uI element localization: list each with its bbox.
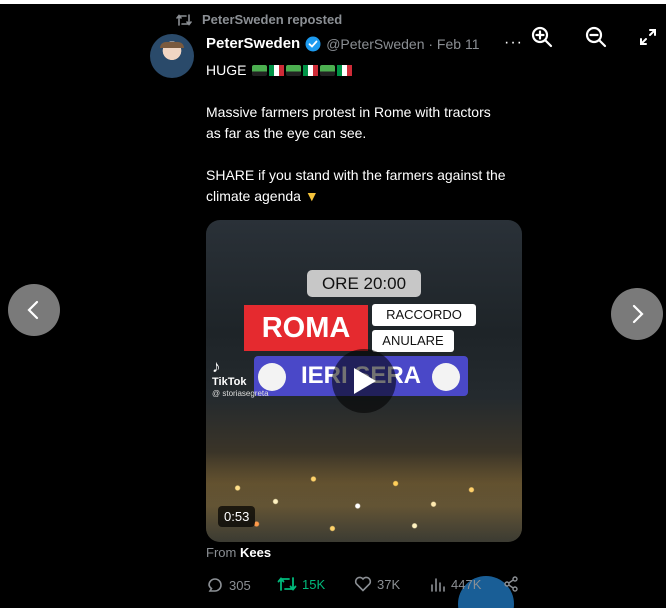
heart-icon [354,576,372,592]
reply-icon [208,578,222,592]
tractor-emoji [252,65,268,76]
reply-button[interactable]: 305 [206,576,251,594]
video-frame-lights [206,452,522,542]
tweet-line-1: HUGE [206,60,506,81]
pointing-down-emoji: ▼ [304,188,319,204]
attribution-prefix: From [206,545,237,560]
repost-count: 15K [302,576,326,592]
display-name[interactable]: PeterSweden [206,35,300,52]
next-button[interactable] [611,288,663,340]
share-icon [504,576,518,592]
video-city-label: ROMA [244,305,368,351]
video-attribution: From Kees [206,545,271,560]
repost-button[interactable]: 15K [277,576,325,592]
zoom-in-icon [531,26,553,48]
zoom-out-icon [585,26,607,48]
views-icon [431,578,445,592]
previous-button[interactable] [8,284,60,336]
reply-count: 305 [229,577,251,593]
video-tag-anulare: ANULARE [372,330,454,352]
tiktok-brand: TikTok [212,376,247,388]
verified-badge-icon [305,36,321,51]
video-player[interactable]: ORE 20:00 ROMA RACCORDO ANULARE IERI SER… [206,220,522,542]
zoom-out-button[interactable] [583,24,609,50]
handle-and-date[interactable]: @PeterSweden · Feb 11 [326,36,479,52]
video-time-label: ORE 20:00 [307,270,421,297]
tweet-paragraph-2: Massive farmers protest in Rome with tra… [206,104,491,141]
retweet-icon [176,13,192,26]
avatar[interactable] [150,34,194,78]
views-count: 447K [451,576,482,592]
italy-flag-emoji [303,65,319,76]
chevron-right-icon [632,304,644,324]
media-viewer: PeterSweden reposted PeterSweden @PeterS… [0,4,666,608]
play-button[interactable] [332,349,396,413]
zoom-in-button[interactable] [529,24,555,50]
more-options-button[interactable]: ··· [504,34,523,52]
tweet-header: PeterSweden @PeterSweden · Feb 11 [206,35,518,52]
expand-button[interactable] [635,24,661,50]
tiktok-username: @ storiasegreta [212,389,269,398]
italy-flag-emoji [337,65,353,76]
italy-flag-emoji [269,65,285,76]
repost-indicator: PeterSweden reposted [176,12,342,27]
chevron-left-icon [27,300,39,320]
tractor-emoji [286,65,302,76]
tweet-text: HUGE Massive farmers protest in Rome wit… [206,60,506,207]
tiktok-logo-icon: ♪ [212,357,221,376]
tweet-paragraph-3-text: SHARE if you stand with the farmers agai… [206,167,506,204]
banner-dot-right [432,363,460,391]
share-button[interactable] [503,576,519,592]
like-count: 37K [377,576,401,592]
tiktok-watermark: ♪ TikTok @ storiasegreta [212,358,269,400]
action-bar: 305 15K 37K 447K [206,576,519,596]
attribution-name[interactable]: Kees [240,545,271,560]
views-button[interactable]: 447K [430,576,481,592]
tweet-paragraph-3: SHARE if you stand with the farmers agai… [206,165,506,207]
tweet-headline: HUGE [206,62,247,78]
video-duration: 0:53 [218,506,256,527]
tractor-emoji [320,65,336,76]
repost-label: PeterSweden reposted [202,12,343,27]
video-tag-raccordo: RACCORDO [372,304,476,326]
play-icon [354,368,376,394]
retweet-icon [277,577,297,591]
like-button[interactable]: 37K [354,576,400,592]
expand-icon [640,29,656,45]
